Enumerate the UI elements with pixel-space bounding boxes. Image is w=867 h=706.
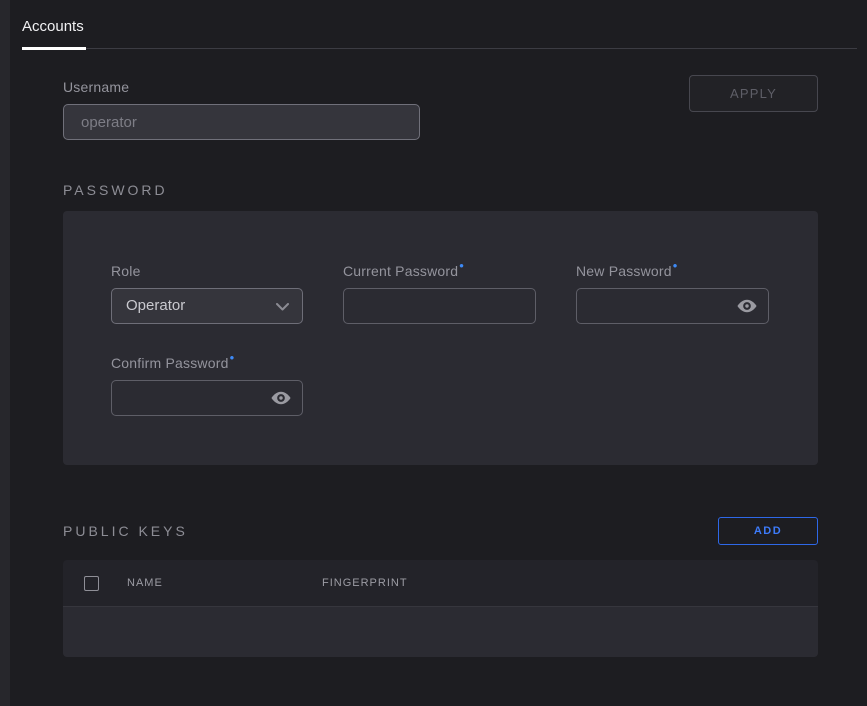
public-keys-header: PUBLIC KEYS ADD — [63, 517, 818, 545]
tab-bar: Accounts — [10, 0, 867, 49]
table-header-row: NAME FINGERPRINT — [63, 560, 818, 607]
public-keys-section-title: PUBLIC KEYS — [63, 523, 188, 539]
role-group: Role Operator — [111, 263, 303, 324]
eye-icon[interactable] — [736, 295, 758, 317]
confirm-password-label-text: Confirm Password — [111, 355, 229, 371]
confirm-password-label: Confirm Password• — [111, 355, 303, 371]
new-password-label: New Password• — [576, 263, 769, 279]
chevron-down-icon — [276, 303, 289, 311]
current-password-label: Current Password• — [343, 263, 536, 279]
required-marker: • — [230, 350, 235, 365]
left-edge-strip — [0, 0, 10, 706]
add-key-button[interactable]: ADD — [718, 517, 818, 545]
select-all-checkbox[interactable] — [84, 576, 99, 591]
role-select-value: Operator — [126, 297, 185, 314]
apply-button[interactable]: APPLY — [689, 75, 818, 112]
tab-accounts[interactable]: Accounts — [22, 18, 86, 48]
new-password-group: New Password• — [576, 263, 769, 324]
confirm-password-group: Confirm Password• — [111, 355, 303, 416]
role-select[interactable]: Operator — [111, 288, 303, 324]
required-marker: • — [459, 258, 464, 273]
current-password-label-text: Current Password — [343, 263, 458, 279]
required-marker: • — [673, 258, 678, 273]
password-panel: Role Operator Current Password• — [63, 211, 818, 465]
main-content: Username APPLY PASSWORD Role Operator — [63, 79, 818, 657]
current-password-input[interactable] — [343, 288, 536, 324]
public-keys-table: NAME FINGERPRINT — [63, 560, 818, 657]
username-label: Username — [63, 79, 420, 95]
accounts-page: Accounts Username APPLY PASSWORD Role Op… — [10, 0, 867, 706]
current-password-group: Current Password• — [343, 263, 536, 324]
eye-icon[interactable] — [270, 387, 292, 409]
new-password-label-text: New Password — [576, 263, 672, 279]
username-input[interactable] — [63, 104, 420, 140]
role-label: Role — [111, 263, 303, 279]
username-group: Username — [63, 79, 420, 140]
column-header-name: NAME — [127, 577, 322, 589]
password-section-title: PASSWORD — [63, 182, 818, 198]
username-row: Username APPLY — [63, 79, 818, 140]
table-empty-body — [63, 607, 818, 657]
column-header-fingerprint: FINGERPRINT — [322, 577, 408, 589]
